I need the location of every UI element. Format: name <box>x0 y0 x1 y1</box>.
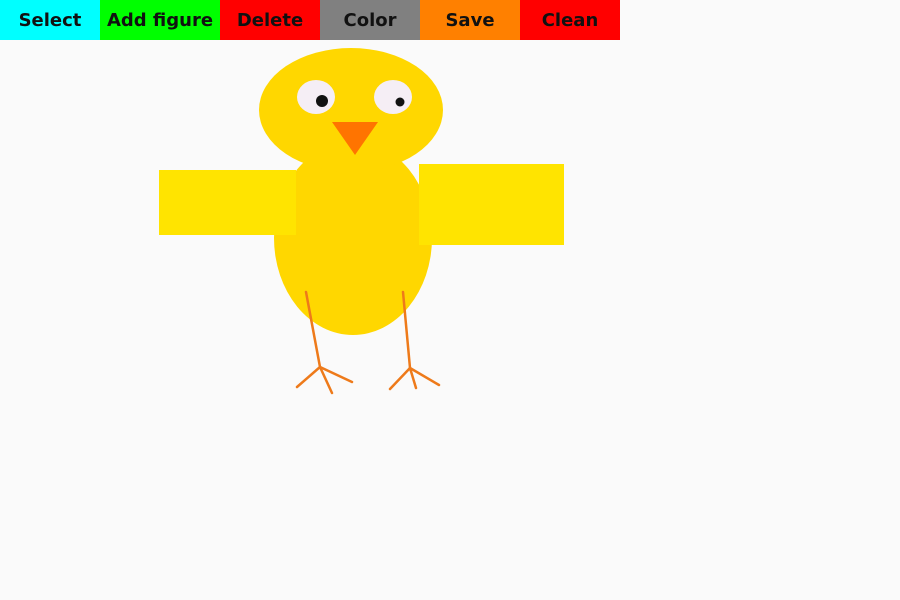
right-pupil[interactable] <box>395 97 405 107</box>
left-eye[interactable] <box>297 80 335 114</box>
right-wing[interactable] <box>419 164 564 245</box>
right-eye[interactable] <box>374 80 412 114</box>
canvas-figures <box>159 48 564 395</box>
left-pupil[interactable] <box>316 95 328 107</box>
left-wing[interactable] <box>159 170 296 235</box>
drawing-app: Select Add figure Delete Color Save Clea… <box>0 0 900 600</box>
chick-head[interactable] <box>259 48 443 172</box>
drawing-canvas[interactable] <box>0 40 900 600</box>
